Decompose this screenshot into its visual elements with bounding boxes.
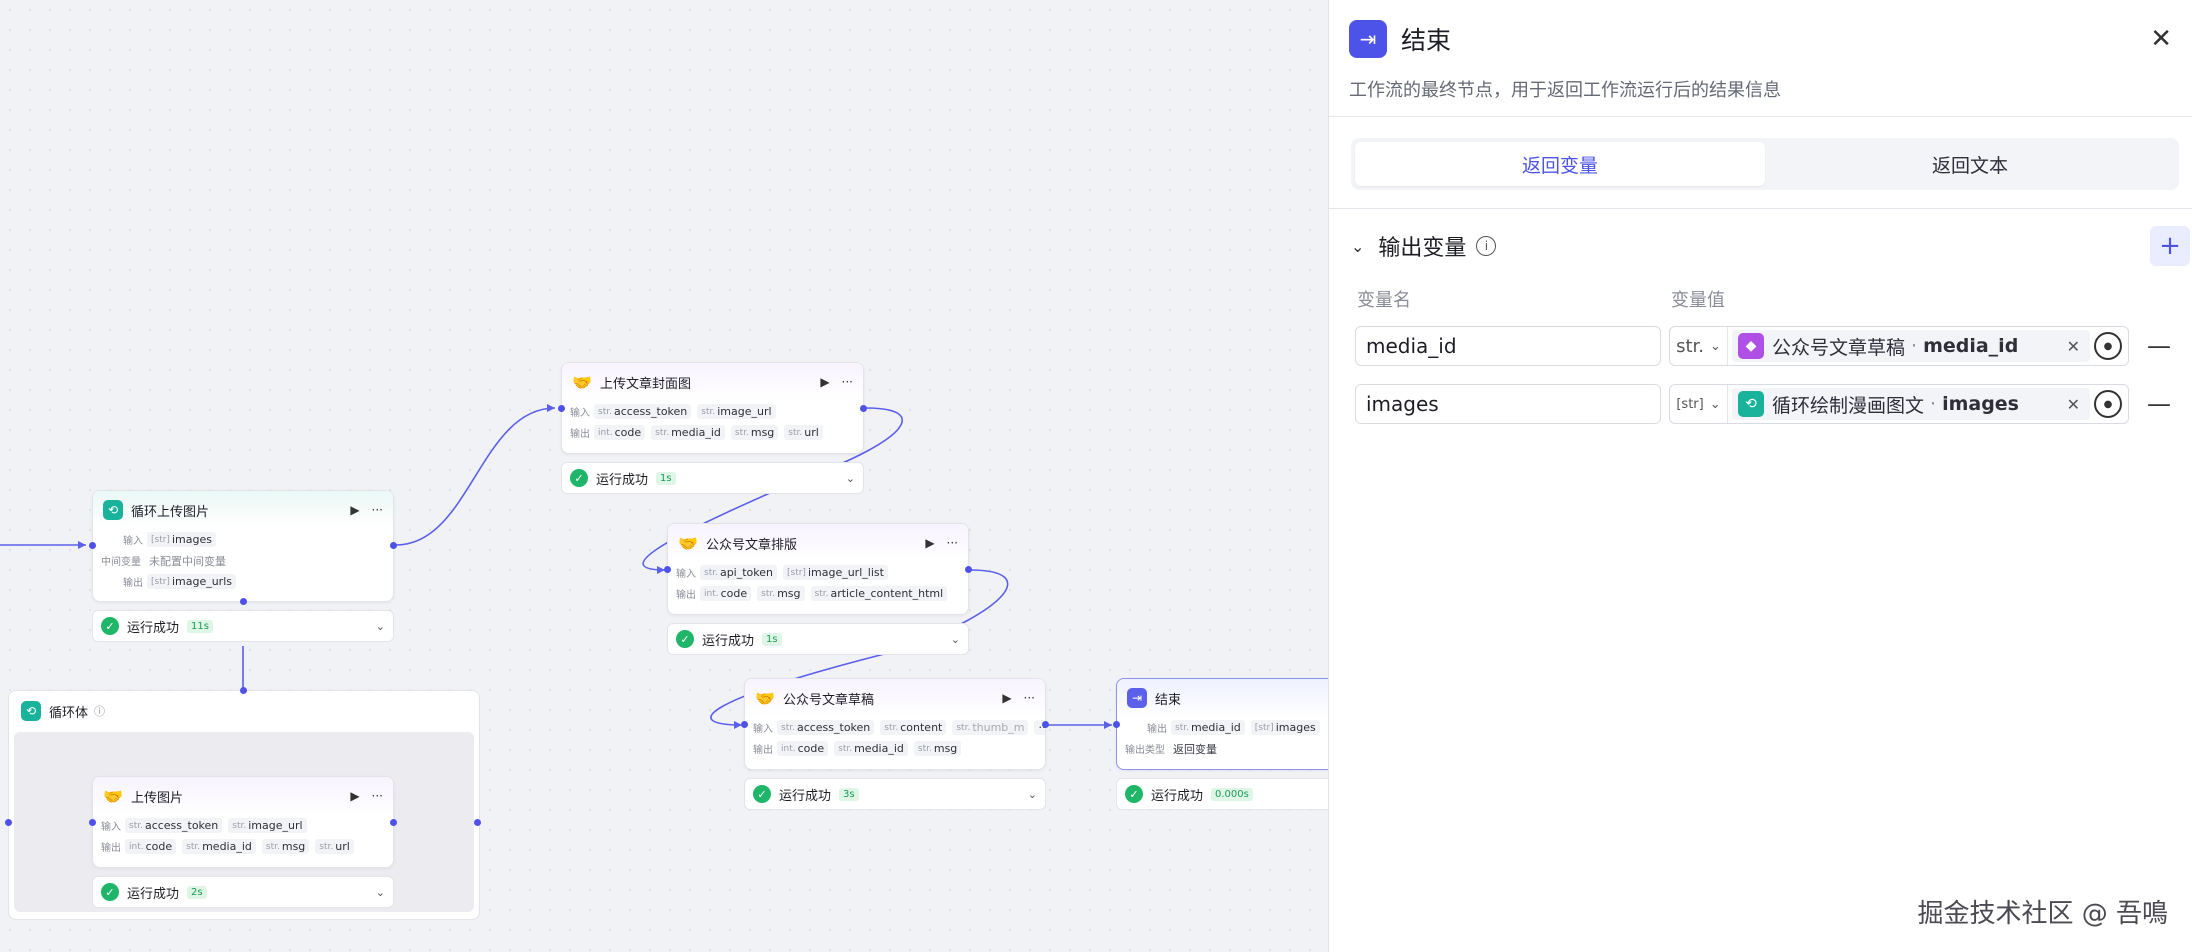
workflow-canvas[interactable]: ⟲ 循环上传图片 ▶ ··· 输入 [str] images 中间变量 未配置中间变量… (0, 0, 1328, 952)
check-icon: ✓ (1125, 785, 1143, 803)
check-icon: ✓ (101, 883, 119, 901)
handshake-icon: 🤝 (103, 786, 123, 806)
clear-icon[interactable]: ✕ (2063, 395, 2084, 414)
node-config-panel: ⇥ 结束 ✕ 工作流的最终节点，用于返回工作流运行后的结果信息 返回变量 返回文… (1328, 0, 2192, 952)
node-title: 循环上传图片 (131, 504, 210, 520)
port[interactable] (240, 598, 247, 605)
reference-picker-icon[interactable]: ● (2094, 332, 2122, 360)
add-variable-button[interactable]: + (2150, 226, 2190, 266)
node-upload-image[interactable]: 🤝 上传图片 ▶ ··· 输入 str. access_token str. ima… (92, 776, 394, 868)
chevron-down-icon: ⌄ (845, 471, 855, 485)
variable-reference[interactable]: ◆ 公众号文章草稿 · media_id ✕ (1732, 330, 2090, 362)
port[interactable] (5, 819, 12, 826)
more-icon[interactable]: ··· (372, 789, 383, 803)
loop-icon: ⟲ (1738, 391, 1764, 417)
node-status[interactable]: ✓ 运行成功 11s ⌄ (92, 610, 394, 642)
variable-name-input[interactable]: media_id (1355, 326, 1661, 366)
type-select[interactable]: str. ⌄ (1670, 327, 1728, 365)
node-status[interactable]: ✓ 运行成功 2s ⌄ (92, 876, 394, 908)
handshake-icon: 🤝 (755, 688, 775, 708)
loop-icon: ⟲ (21, 701, 41, 721)
tab-return-variables[interactable]: 返回变量 (1355, 142, 1765, 186)
run-icon[interactable]: ▶ (1002, 691, 1011, 705)
handshake-icon: 🤝 (572, 372, 592, 392)
info-icon: i (1476, 236, 1497, 256)
port[interactable] (1113, 721, 1120, 728)
remove-variable-button[interactable]: — (2147, 332, 2171, 360)
node-article-draft[interactable]: 🤝 公众号文章草稿 ▶ ··· 输入 str. access_token str.… (744, 678, 1046, 770)
panel-title: 结束 (1401, 26, 1452, 55)
return-mode-tabs: 返回变量 返回文本 (1351, 138, 2179, 190)
watermark: 掘金技术社区 @ 吾鳴 (1917, 899, 2168, 929)
check-icon: ✓ (570, 469, 588, 487)
node-loop-upload[interactable]: ⟲ 循环上传图片 ▶ ··· 输入 [str] images 中间变量 未配置中间变量… (92, 490, 394, 602)
exit-icon: ⇥ (1349, 20, 1387, 58)
check-icon: ✓ (101, 617, 119, 635)
edge-loop-to-cover (395, 407, 556, 546)
port[interactable] (1042, 721, 1049, 728)
chevron-down-icon: ⌄ (1710, 338, 1721, 354)
port[interactable] (664, 566, 671, 573)
run-icon[interactable]: ▶ (925, 536, 934, 550)
loop-icon: ⟲ (103, 500, 123, 520)
variable-reference[interactable]: ⟲ 循环绘制漫画图文 · images ✕ (1732, 388, 2090, 420)
output-variable-row: media_id str. ⌄ ◆ 公众号文章草稿 · media_id ✕ ● — (1355, 326, 2171, 366)
node-status[interactable]: ✓ 运行成功 0.000s (1116, 778, 1328, 810)
node-article-layout[interactable]: 🤝 公众号文章排版 ▶ ··· 输入 str. api_token [str] im… (667, 523, 969, 615)
package-icon: ◆ (1738, 333, 1764, 359)
column-header-value: 变量值 (1671, 290, 1725, 311)
port[interactable] (390, 542, 397, 549)
node-status[interactable]: ✓ 运行成功 1s ⌄ (667, 623, 969, 655)
run-icon[interactable]: ▶ (350, 503, 359, 517)
more-icon[interactable]: ··· (842, 375, 853, 389)
exit-icon: ⇥ (1127, 688, 1147, 708)
node-status[interactable]: ✓ 运行成功 3s ⌄ (744, 778, 1046, 810)
port[interactable] (89, 542, 96, 549)
chevron-down-icon: ⌄ (1709, 396, 1721, 412)
param-pill: [str] image_urls (147, 574, 236, 589)
type-select[interactable]: [str] ⌄ (1670, 385, 1728, 423)
node-end[interactable]: ⇥ 结束 输出 str. media_id [str] images 输出类型 返回变… (1116, 678, 1328, 770)
chevron-down-icon[interactable]: ⌄ (1351, 237, 1364, 256)
output-variable-row: images [str] ⌄ ⟲ 循环绘制漫画图文 · images ✕ ● — (1355, 384, 2171, 424)
more-icon[interactable]: ··· (947, 536, 958, 550)
chevron-down-icon: ⌄ (1027, 787, 1037, 801)
handshake-icon: 🤝 (678, 533, 698, 553)
variable-name-input[interactable]: images (1355, 384, 1661, 424)
variable-value-select[interactable]: [str] ⌄ ⟲ 循环绘制漫画图文 · images ✕ ● (1669, 384, 2129, 424)
close-icon[interactable]: ✕ (2150, 24, 2172, 54)
chevron-down-icon: ⌄ (950, 632, 960, 646)
param-pill: [str] images (147, 532, 216, 547)
port[interactable] (741, 721, 748, 728)
info-icon: ⓘ (94, 705, 106, 718)
more-icon[interactable]: ··· (372, 503, 383, 517)
output-variables-section[interactable]: ⌄ 输出变量 i (1351, 230, 1497, 262)
check-icon: ✓ (676, 630, 694, 648)
port[interactable] (474, 819, 481, 826)
tab-return-text[interactable]: 返回文本 (1765, 142, 2175, 186)
port[interactable] (965, 566, 972, 573)
run-icon[interactable]: ▶ (350, 789, 359, 803)
port[interactable] (390, 819, 397, 826)
run-icon[interactable]: ▶ (820, 375, 829, 389)
chevron-down-icon: ⌄ (375, 619, 385, 633)
check-icon: ✓ (753, 785, 771, 803)
reference-picker-icon[interactable]: ● (2094, 390, 2122, 418)
clear-icon[interactable]: ✕ (2063, 337, 2084, 356)
node-upload-cover[interactable]: 🤝 上传文章封面图 ▶ ··· 输入 str. access_token str.… (561, 362, 864, 454)
port[interactable] (860, 405, 867, 412)
port[interactable] (240, 687, 247, 694)
port[interactable] (89, 819, 96, 826)
variable-value-select[interactable]: str. ⌄ ◆ 公众号文章草稿 · media_id ✕ ● (1669, 326, 2129, 366)
node-status[interactable]: ✓ 运行成功 1s ⌄ (561, 462, 864, 494)
column-header-name: 变量名 (1357, 290, 1411, 311)
more-icon[interactable]: ··· (1024, 691, 1035, 705)
remove-variable-button[interactable]: — (2147, 390, 2171, 418)
panel-description: 工作流的最终节点，用于返回工作流运行后的结果信息 (1349, 80, 1781, 101)
port[interactable] (558, 405, 565, 412)
chevron-down-icon: ⌄ (375, 885, 385, 899)
